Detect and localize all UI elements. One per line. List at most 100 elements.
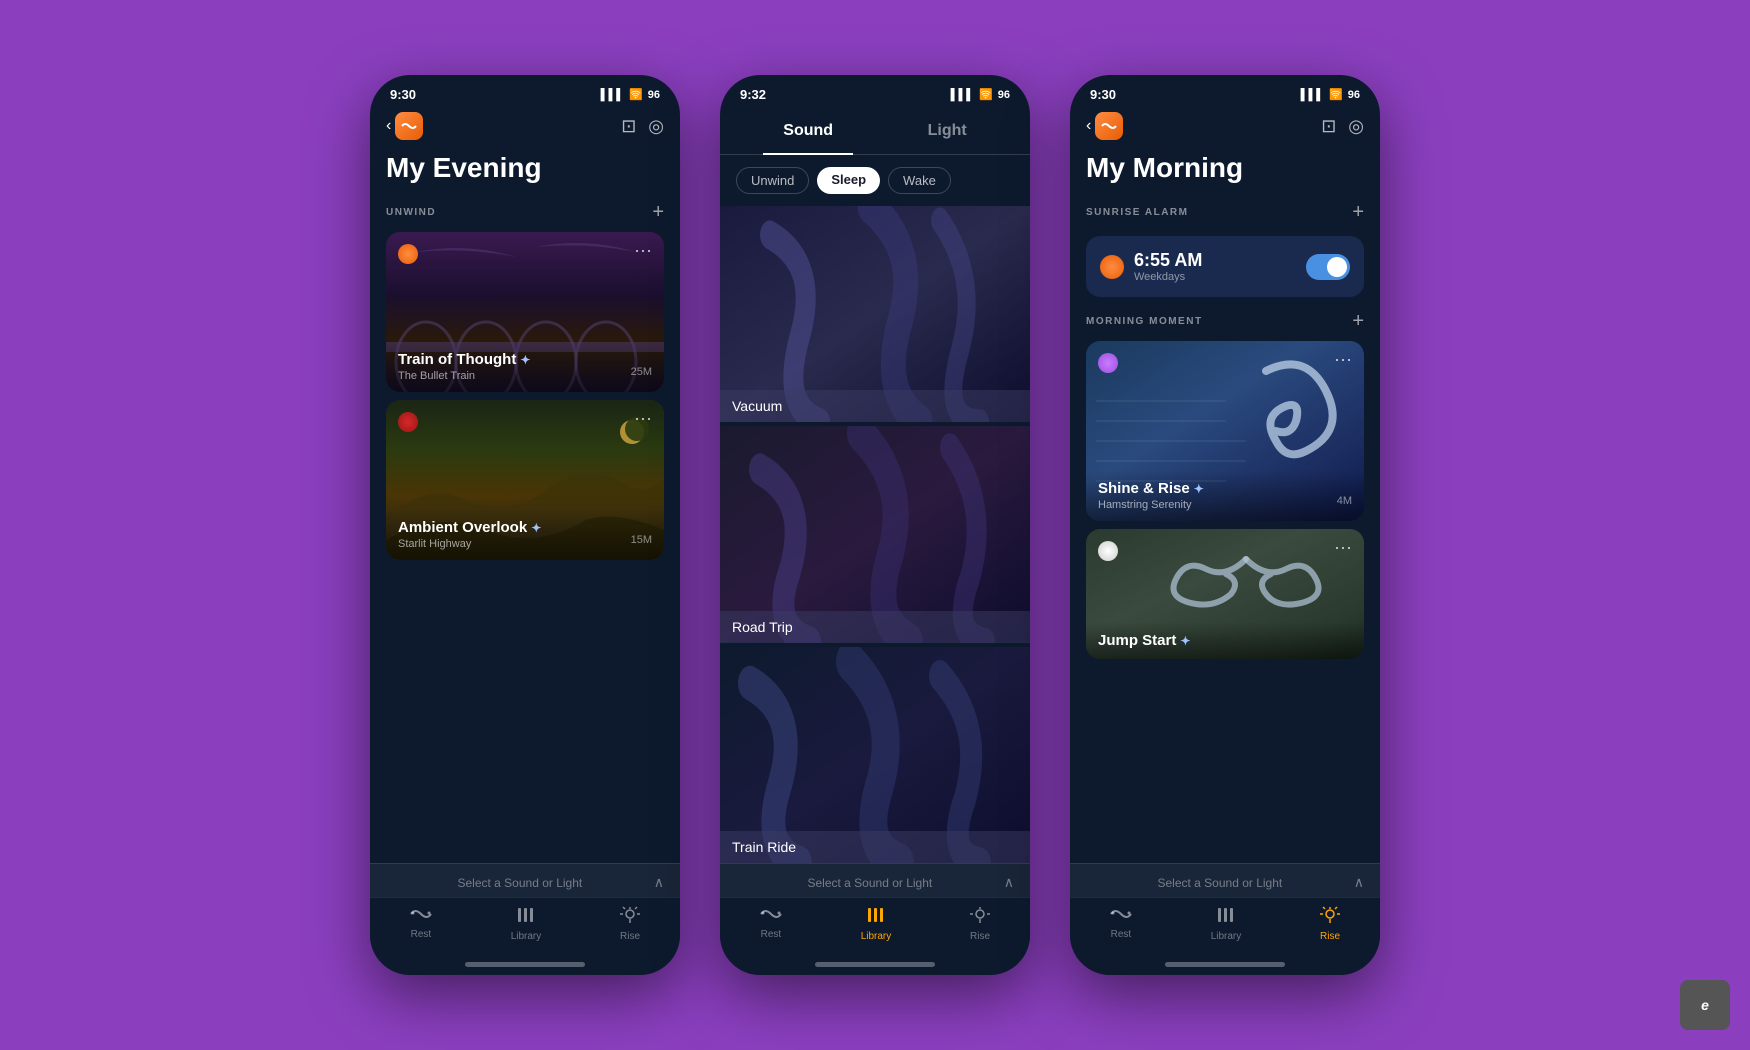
alarm-card[interactable]: 6:55 AM Weekdays [1086, 236, 1364, 297]
status-bar-2: 9:32 ▌▌▌ 🛜 96 [720, 75, 1030, 108]
engadget-logo: e [1701, 997, 1709, 1013]
wifi-icon-1: 🛜 [629, 88, 643, 101]
chevron-up-1[interactable]: ∧ [654, 874, 664, 891]
filter-row-2: Unwind Sleep Wake [720, 155, 1030, 206]
bottom-row-2: Select a Sound or Light ∧ [736, 874, 1014, 891]
tab-rise-1[interactable]: Rise [619, 906, 641, 942]
card-title-2: Ambient Overlook ✦ [398, 519, 652, 536]
chevron-up-3[interactable]: ∧ [1354, 874, 1364, 891]
page-title-1: My Evening [370, 148, 680, 196]
alarm-toggle[interactable] [1306, 254, 1350, 280]
library-icon-3 [1216, 906, 1236, 928]
time-2: 9:32 [740, 87, 766, 102]
status-bar-3: 9:30 ▌▌▌ 🛜 96 [1070, 75, 1380, 108]
nav-header-1: ‹ ⊡ ◎ [370, 108, 680, 148]
sound-tab[interactable]: Sound [763, 116, 853, 146]
filter-wake[interactable]: Wake [888, 167, 951, 194]
home-indicator-2 [815, 962, 935, 967]
alarm-time: 6:55 AM [1134, 250, 1296, 271]
page-title-3: My Morning [1070, 148, 1380, 196]
tab-rise-3[interactable]: Rise [1319, 906, 1341, 942]
section-header-3: SUNRISE ALARM + [1070, 196, 1380, 228]
card-title-4: Jump Start ✦ [1098, 632, 1352, 649]
tab-rest-2[interactable]: Rest [759, 906, 783, 942]
shine-rise-card[interactable]: ⋯ Shine & Rise ✦ Hamstring Serenity 4M [1086, 341, 1364, 521]
tab-rise-label-2: Rise [970, 931, 990, 942]
tab-rise-label-1: Rise [620, 931, 640, 942]
card-title-3: Shine & Rise ✦ [1098, 480, 1352, 497]
home-indicator-1 [465, 962, 585, 967]
card-dot-2 [398, 412, 418, 432]
settings-icon-3[interactable]: ◎ [1348, 116, 1364, 137]
add-moment-btn[interactable]: + [1352, 311, 1364, 331]
card-duration-3: 4M [1337, 495, 1352, 507]
back-chevron-3[interactable]: ‹ [1086, 117, 1091, 135]
time-1: 9:30 [390, 87, 416, 102]
tab-rise-label-3: Rise [1320, 931, 1340, 942]
message-icon-1[interactable]: ⊡ [621, 116, 636, 137]
rest-icon-3 [1109, 906, 1133, 926]
battery-1: 96 [648, 89, 660, 101]
card-menu-3[interactable]: ⋯ [1334, 351, 1352, 369]
message-icon-3[interactable]: ⊡ [1321, 116, 1336, 137]
nav-right-3: ⊡ ◎ [1321, 116, 1364, 137]
bottom-panel-2[interactable]: Select a Sound or Light ∧ [720, 863, 1030, 897]
card-menu-1[interactable]: ⋯ [634, 242, 652, 260]
chevron-up-2[interactable]: ∧ [1004, 874, 1014, 891]
tab-library-1[interactable]: Library [511, 906, 542, 942]
tab-bar-2: Rest Library [720, 897, 1030, 958]
tab-library-label-1: Library [511, 931, 542, 942]
tab-library-2[interactable]: Library [861, 906, 892, 942]
road-trip-item[interactable]: Road Trip [720, 426, 1030, 642]
home-indicator-3 [1165, 962, 1285, 967]
jump-start-card[interactable]: ⋯ Jump Start ✦ [1086, 529, 1364, 659]
star-icon-1: ✦ [520, 353, 530, 367]
add-alarm-btn[interactable]: + [1352, 202, 1364, 222]
tab-rest-label-3: Rest [1111, 929, 1132, 940]
card-duration-1: 25M [631, 366, 652, 378]
alarm-days: Weekdays [1134, 271, 1296, 283]
status-icons-2: ▌▌▌ 🛜 96 [951, 88, 1010, 101]
light-tab[interactable]: Light [908, 116, 987, 146]
rest-icon-2 [759, 906, 783, 926]
sound-card-2[interactable]: ⋯ Ambient Overlook ✦ Starlit Highway 15M [386, 400, 664, 560]
sound-card-1[interactable]: ⋯ Train of Thought ✦ The Bullet Train 25… [386, 232, 664, 392]
section-label-morning-moment: MORNING MOMENT [1086, 316, 1203, 327]
time-3: 9:30 [1090, 87, 1116, 102]
tab-rest-1[interactable]: Rest [409, 906, 433, 942]
sound-list-2: Vacuum Road Trip [720, 206, 1030, 863]
content-area-3: ⋯ Shine & Rise ✦ Hamstring Serenity 4M [1070, 337, 1380, 863]
signal-icon-2: ▌▌▌ [951, 89, 974, 101]
add-button-1[interactable]: + [652, 202, 664, 222]
card-subtitle-3: Hamstring Serenity [1098, 499, 1352, 511]
nav-left-1: ‹ [386, 112, 423, 140]
engadget-badge: e [1680, 980, 1730, 1030]
tab-rise-2[interactable]: Rise [969, 906, 991, 942]
nav-header-3: ‹ ⊡ ◎ [1070, 108, 1380, 148]
filter-unwind[interactable]: Unwind [736, 167, 809, 194]
tab-rest-3[interactable]: Rest [1109, 906, 1133, 942]
back-chevron-1[interactable]: ‹ [386, 117, 391, 135]
card-subtitle-2: Starlit Highway [398, 538, 652, 550]
tab-library-3[interactable]: Library [1211, 906, 1242, 942]
bottom-row-1: Select a Sound or Light ∧ [386, 874, 664, 891]
bottom-panel-3[interactable]: Select a Sound or Light ∧ [1070, 863, 1380, 897]
bottom-label-3: Select a Sound or Light [1086, 876, 1354, 890]
filter-sleep[interactable]: Sleep [817, 167, 880, 194]
vacuum-item[interactable]: Vacuum [720, 206, 1030, 422]
card-info-4: Jump Start ✦ [1086, 622, 1364, 659]
alarm-info: 6:55 AM Weekdays [1134, 250, 1296, 283]
settings-icon-1[interactable]: ◎ [648, 116, 664, 137]
card-duration-2: 15M [631, 534, 652, 546]
train-ride-item[interactable]: Train Ride [720, 647, 1030, 863]
morning-screen: 9:30 ▌▌▌ 🛜 96 ‹ ⊡ ◎ My Morning [1070, 75, 1380, 975]
rise-icon-1 [619, 906, 641, 928]
nav-right-1: ⊡ ◎ [621, 116, 664, 137]
section-label-3: SUNRISE ALARM [1086, 207, 1188, 218]
bottom-panel-1[interactable]: Select a Sound or Light ∧ [370, 863, 680, 897]
bottom-label-2: Select a Sound or Light [736, 876, 1004, 890]
rest-icon-1 [409, 906, 433, 926]
card-menu-4[interactable]: ⋯ [1334, 539, 1352, 557]
battery-3: 96 [1348, 89, 1360, 101]
card-menu-2[interactable]: ⋯ [634, 410, 652, 428]
